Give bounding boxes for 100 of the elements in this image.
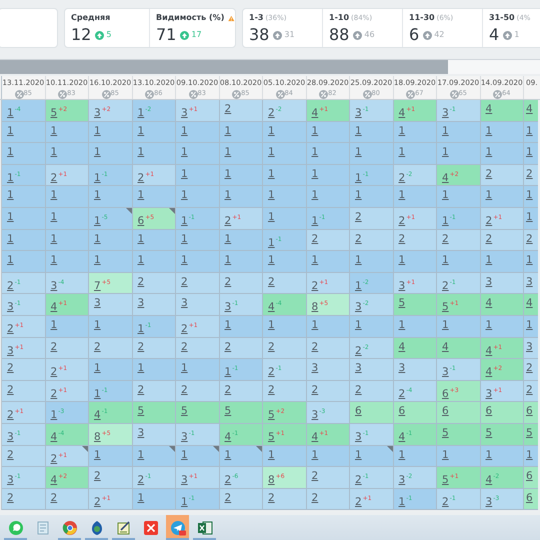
position-link[interactable]: 3	[94, 107, 101, 119]
position-link[interactable]: 5	[442, 426, 449, 439]
position-link[interactable]: 3	[181, 430, 188, 443]
position-link[interactable]: 1	[138, 448, 144, 460]
position-link[interactable]: 4	[94, 409, 101, 422]
position-link[interactable]: 1	[181, 232, 188, 245]
position-link[interactable]: 1	[181, 254, 188, 266]
position-link[interactable]: 1	[94, 214, 101, 227]
position-link[interactable]: 2	[181, 340, 188, 353]
position-link[interactable]: 1	[355, 124, 362, 137]
position-link[interactable]: 2	[268, 276, 275, 288]
position-link[interactable]: 1	[50, 232, 58, 245]
position-link[interactable]: 2	[442, 232, 449, 245]
position-link[interactable]: 1	[355, 172, 362, 184]
position-link[interactable]: 3	[355, 362, 362, 374]
position-link[interactable]: 3	[398, 474, 406, 486]
position-link[interactable]: 2	[526, 232, 533, 245]
position-link[interactable]: 2	[268, 107, 275, 119]
position-link[interactable]: 3	[486, 276, 492, 288]
position-link[interactable]: 5	[268, 409, 275, 422]
position-link[interactable]: 2	[442, 280, 449, 292]
position-link[interactable]: 2	[398, 172, 406, 184]
position-link[interactable]: 1	[224, 448, 232, 460]
position-link[interactable]: 2	[138, 474, 144, 486]
position-link[interactable]: 1	[526, 254, 533, 266]
position-link[interactable]: 4	[486, 297, 492, 310]
position-link[interactable]: 1	[268, 254, 275, 266]
position-link[interactable]: 1	[312, 448, 318, 460]
position-link[interactable]: 3	[355, 107, 362, 119]
position-link[interactable]: 1	[7, 146, 14, 158]
position-link[interactable]: 2	[398, 214, 406, 227]
position-link[interactable]: 2	[355, 210, 362, 223]
position-link[interactable]: 8	[268, 474, 275, 486]
position-link[interactable]: 3	[94, 297, 101, 310]
position-link[interactable]: 1	[50, 254, 58, 266]
position-link[interactable]: 4	[50, 474, 58, 486]
position-link[interactable]: 1	[138, 124, 144, 137]
position-link[interactable]: 2	[224, 276, 232, 288]
position-link[interactable]: 1	[138, 254, 144, 266]
position-link[interactable]: 8	[312, 301, 318, 314]
position-link[interactable]: 4	[50, 301, 58, 314]
position-link[interactable]: 3	[398, 280, 406, 292]
position-link[interactable]: 1	[181, 496, 188, 508]
position-link[interactable]: 5	[138, 405, 144, 418]
position-link[interactable]: 1	[526, 146, 533, 158]
position-link[interactable]: 1	[355, 189, 362, 202]
position-link[interactable]: 2	[268, 340, 275, 353]
position-link[interactable]: 2	[355, 384, 362, 396]
position-link[interactable]: 1	[181, 214, 188, 227]
position-link[interactable]: 3	[138, 297, 144, 310]
position-link[interactable]: 2	[181, 322, 188, 335]
position-link[interactable]: 1	[268, 318, 275, 331]
position-link[interactable]: 3	[7, 344, 14, 357]
position-link[interactable]: 2	[50, 388, 58, 400]
position-link[interactable]: 3	[442, 366, 449, 378]
position-link[interactable]: 1	[94, 362, 101, 374]
position-link[interactable]: 6	[138, 214, 144, 227]
position-link[interactable]: 1	[268, 189, 275, 202]
position-link[interactable]: 2	[312, 384, 318, 396]
position-link[interactable]: 1	[355, 146, 362, 158]
position-link[interactable]: 5	[442, 301, 449, 314]
position-link[interactable]: 2	[486, 214, 492, 227]
position-link[interactable]: 1	[312, 189, 318, 202]
position-link[interactable]: 4	[50, 430, 58, 443]
position-link[interactable]: 3	[224, 301, 232, 314]
position-link[interactable]: 1	[7, 172, 14, 184]
position-link[interactable]: 2	[94, 496, 101, 508]
position-link[interactable]: 1	[486, 318, 492, 331]
position-link[interactable]: 4	[312, 107, 318, 119]
position-link[interactable]: 3	[526, 276, 533, 288]
position-link[interactable]: 1	[7, 210, 14, 223]
position-link[interactable]: 1	[94, 318, 101, 331]
position-link[interactable]: 1	[50, 210, 58, 223]
position-link[interactable]: 6	[442, 388, 449, 400]
position-link[interactable]: 1	[138, 146, 144, 158]
taskbar-button[interactable]	[166, 515, 189, 540]
position-link[interactable]: 1	[312, 124, 318, 137]
position-link[interactable]: 6	[526, 470, 533, 482]
position-link[interactable]: 2	[355, 344, 362, 357]
position-link[interactable]: 2	[94, 470, 101, 482]
position-link[interactable]: 1	[94, 448, 101, 460]
position-link[interactable]: 1	[486, 124, 492, 137]
position-link[interactable]: 1	[268, 448, 275, 460]
position-link[interactable]: 2	[181, 276, 188, 288]
position-link[interactable]: 1	[181, 168, 188, 180]
position-link[interactable]: 1	[398, 318, 406, 331]
position-link[interactable]: 1	[138, 107, 144, 119]
position-link[interactable]: 5	[224, 405, 232, 418]
position-link[interactable]: 1	[181, 146, 188, 158]
position-link[interactable]: 1	[224, 189, 232, 202]
position-link[interactable]: 2	[50, 340, 58, 353]
position-link[interactable]: 1	[526, 189, 533, 202]
position-link[interactable]: 1	[355, 448, 362, 460]
position-link[interactable]: 2	[50, 452, 58, 464]
position-link[interactable]: 2	[442, 496, 449, 508]
position-link[interactable]: 2	[355, 232, 362, 245]
position-link[interactable]: 1	[355, 318, 362, 331]
position-link[interactable]: 3	[7, 474, 14, 486]
position-link[interactable]: 3	[442, 107, 449, 119]
position-link[interactable]: 1	[398, 448, 406, 460]
